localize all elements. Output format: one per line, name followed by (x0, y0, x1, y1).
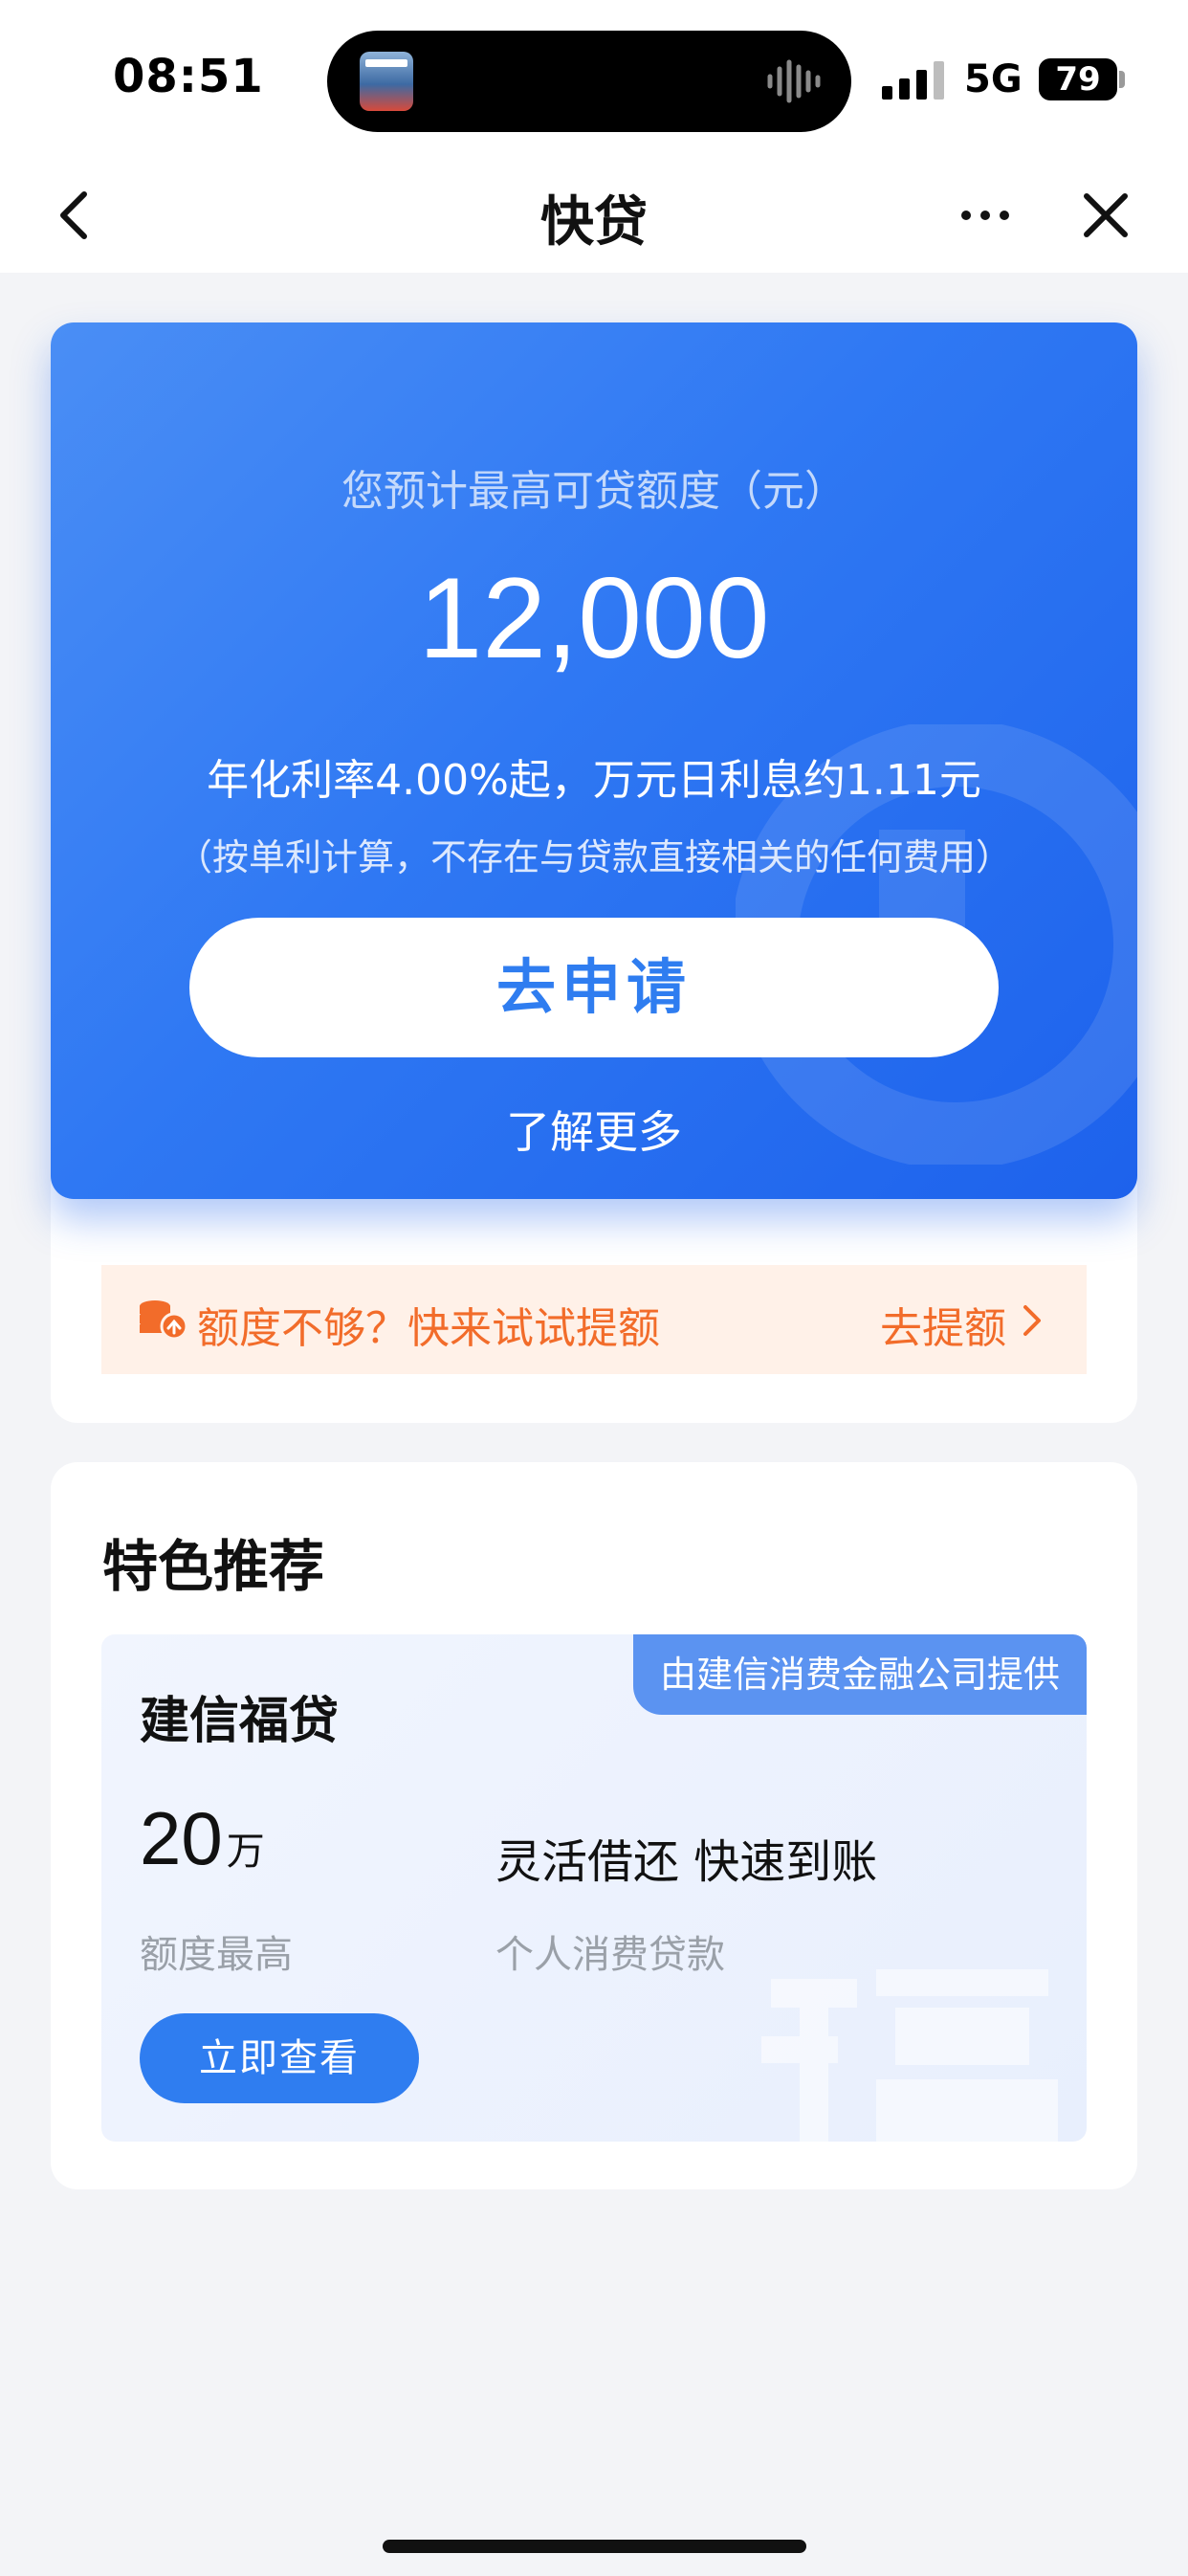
status-bar: 08:51 5G 79 (0, 0, 1188, 158)
close-icon[interactable] (1077, 185, 1134, 246)
product-max-amount: 20 万 (140, 1795, 265, 1882)
quota-increase-banner[interactable]: 额度不够？快来试试提额 去提额 (101, 1265, 1087, 1374)
product-name: 建信福贷 (140, 1693, 340, 1750)
chevron-right-icon (1023, 1305, 1041, 1336)
amount-value: 20 (140, 1796, 223, 1880)
dynamic-island[interactable] (327, 31, 851, 132)
coins-up-icon (140, 1300, 187, 1341)
raise-limit-link[interactable]: 去提额 (880, 1294, 1006, 1355)
section-title: 特色推荐 (102, 1534, 325, 1599)
loan-amount-card: 您预计最高可贷额度（元） 12,000 年化利率4.00%起，万元日利息约1.1… (51, 322, 1137, 1199)
battery-tip (1119, 71, 1125, 88)
nav-bar: 快贷 (0, 158, 1188, 273)
status-time: 08:51 (113, 50, 264, 103)
amount-unit: 万 (226, 1830, 265, 1874)
amount-label: 额度最高 (140, 1933, 293, 1977)
interest-rate-text: 年化利率4.00%起，万元日利息约1.11元 (207, 756, 981, 805)
view-now-button[interactable]: 立即查看 (140, 2013, 419, 2103)
product-card[interactable]: 由建信消费金融公司提供 建信福贷 20 万 额度最高 灵活借还 快速到账 个人消费… (101, 1634, 1087, 2142)
battery-icon: 79 (1039, 58, 1117, 100)
quota-banner-text: 额度不够？快来试试提额 (197, 1304, 660, 1353)
featured-section: 特色推荐 由建信消费金融公司提供 建信福贷 20 万 额度最高 灵活借还 快速到账… (51, 1462, 1137, 2189)
apply-button[interactable]: 去申请 (189, 918, 999, 1057)
estimated-limit-amount: 12,000 (418, 554, 770, 682)
estimated-limit-label: 您预计最高可贷额度（元） (341, 467, 847, 516)
more-dots-icon[interactable] (957, 198, 1014, 233)
provider-tag: 由建信消费金融公司提供 (632, 1634, 1087, 1715)
product-type: 个人消费贷款 (495, 1933, 725, 1977)
signal-icon (882, 61, 944, 100)
learn-more-link[interactable]: 了解更多 (51, 1098, 1137, 1161)
network-type: 5G (964, 57, 1023, 101)
interest-note: （按单利计算，不存在与贷款直接相关的任何费用） (175, 836, 1012, 878)
fu-character-watermark-icon (761, 1969, 1058, 2142)
home-indicator[interactable] (383, 2540, 806, 2553)
app-thumbnail-icon (360, 52, 413, 111)
product-feature: 灵活借还 快速到账 (495, 1835, 878, 1889)
audio-wave-icon (767, 59, 821, 103)
